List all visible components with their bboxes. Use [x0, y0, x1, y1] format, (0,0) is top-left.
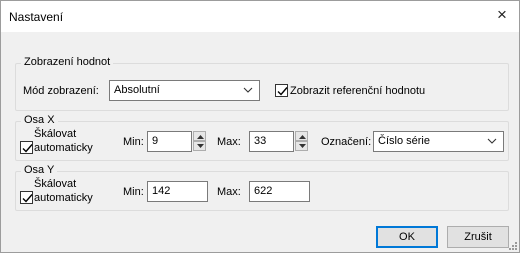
arrow-up-icon	[197, 135, 204, 139]
axis-x-group-title: Osa X	[21, 114, 58, 126]
cancel-button[interactable]: Zrušit	[447, 226, 509, 248]
display-group-title: Zobrazení hodnot	[21, 56, 114, 68]
axis-x-min-spinner[interactable]	[193, 131, 206, 152]
close-icon[interactable]: ×	[485, 1, 519, 31]
check-icon	[277, 87, 288, 96]
axis-y-group: Osa Y Škálovat automaticky Min: 142 Max:…	[15, 164, 509, 211]
mode-select[interactable]: Absolutní	[109, 80, 260, 101]
axis-x-autoscale-checkbox[interactable]	[20, 141, 33, 154]
settings-dialog: Nastavení × Zobrazení hodnot Mód zobraze…	[0, 0, 520, 253]
axis-y-max-label: Max:	[217, 186, 241, 198]
axis-x-designation-select[interactable]: Číslo série	[373, 131, 504, 152]
spin-up-button[interactable]	[295, 131, 308, 141]
title-bar: Nastavení ×	[1, 1, 519, 33]
axis-y-min-label: Min:	[123, 186, 144, 198]
spin-down-button[interactable]	[295, 141, 308, 151]
mode-label: Mód zobrazení:	[23, 85, 99, 97]
spin-down-button[interactable]	[193, 141, 206, 151]
mode-select-value: Absolutní	[114, 84, 160, 96]
dialog-body: Zobrazení hodnot Mód zobrazení: Absolutn…	[1, 32, 519, 252]
axis-y-group-title: Osa Y	[21, 164, 58, 176]
axis-x-autoscale-label-1[interactable]: Škálovat	[34, 128, 76, 140]
axis-x-group: Osa X Škálovat automaticky Min: 9 Max: 3…	[15, 114, 509, 161]
axis-x-max-label: Max:	[217, 136, 241, 148]
window-title: Nastavení	[9, 10, 64, 24]
spin-up-button[interactable]	[193, 131, 206, 141]
check-icon	[22, 194, 33, 203]
axis-x-max-input[interactable]: 33	[249, 131, 294, 152]
chevron-down-icon	[487, 138, 497, 144]
axis-x-max-spinner[interactable]	[295, 131, 308, 152]
arrow-down-icon	[299, 144, 306, 148]
display-group: Zobrazení hodnot Mód zobrazení: Absolutn…	[15, 56, 509, 111]
axis-x-designation-value: Číslo série	[378, 135, 430, 147]
axis-y-min-input[interactable]: 142	[147, 181, 208, 202]
check-icon	[22, 144, 33, 153]
show-reference-label[interactable]: Zobrazit referenční hodnotu	[290, 85, 425, 97]
chevron-down-icon	[243, 87, 253, 93]
show-reference-checkbox[interactable]	[275, 84, 288, 97]
axis-y-autoscale-checkbox[interactable]	[20, 191, 33, 204]
axis-x-min-input[interactable]: 9	[147, 131, 192, 152]
axis-x-min-label: Min:	[123, 136, 144, 148]
arrow-down-icon	[197, 144, 204, 148]
axis-x-autoscale-label-2[interactable]: automaticky	[34, 142, 93, 154]
axis-x-designation-label: Označení:	[321, 136, 372, 148]
resize-grip-icon[interactable]	[508, 241, 518, 251]
ok-button[interactable]: OK	[376, 226, 438, 248]
axis-y-autoscale-label-1[interactable]: Škálovat	[34, 178, 76, 190]
axis-y-autoscale-label-2[interactable]: automaticky	[34, 192, 93, 204]
arrow-up-icon	[299, 135, 306, 139]
axis-y-max-input[interactable]: 622	[249, 181, 310, 202]
